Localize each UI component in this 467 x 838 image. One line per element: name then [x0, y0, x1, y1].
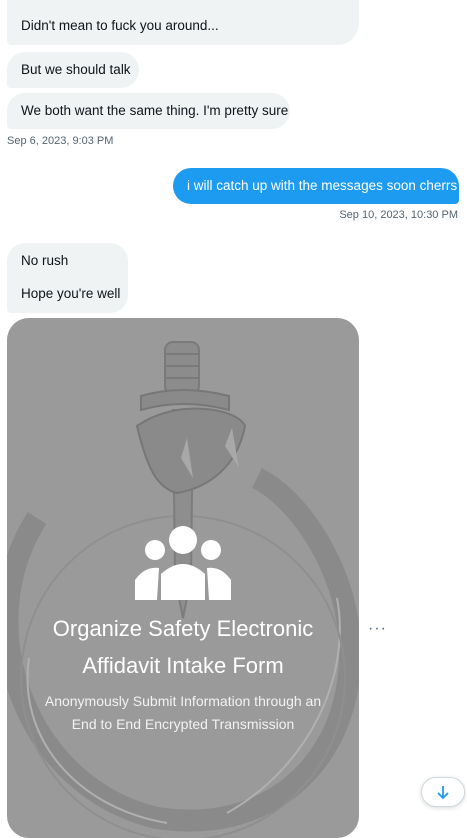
message-text: i will catch up with the messages soon c…	[187, 178, 458, 193]
message-bubble-sent[interactable]: i will catch up with the messages soon c…	[173, 168, 459, 204]
message-timestamp: Sep 6, 2023, 9:03 PM	[7, 135, 114, 147]
message-text: We both want the same thing. I'm pretty …	[21, 103, 289, 118]
card-subtitle: Anonymously Submit Information through a…	[44, 693, 322, 709]
link-card[interactable]: Organize Safety Electronic Affidavit Int…	[7, 318, 359, 838]
more-icon[interactable]: ···	[368, 620, 387, 638]
scroll-to-bottom-button[interactable]	[421, 777, 465, 807]
message-text: No rush	[21, 253, 69, 268]
arrow-down-icon	[437, 786, 449, 800]
message-text: Didn't mean to fuck you around...	[21, 18, 219, 33]
message-text: Hope you're well	[21, 286, 121, 301]
card-title: Affidavit Intake Form	[82, 653, 284, 678]
message-timestamp: Sep 10, 2023, 10:30 PM	[339, 209, 458, 221]
message-bubble-received[interactable]: But we should talk	[7, 52, 139, 88]
card-subtitle: End to End Encrypted Transmission	[71, 716, 295, 732]
message-bubble-received[interactable]: Didn't mean to fuck you around...	[7, 0, 359, 45]
group-icon	[135, 526, 231, 600]
message-bubble-received[interactable]: No rush Hope you're well	[7, 243, 128, 313]
message-bubble-received[interactable]: We both want the same thing. I'm pretty …	[7, 93, 290, 129]
card-title: Organize Safety Electronic	[52, 616, 314, 641]
message-text: But we should talk	[21, 62, 131, 77]
